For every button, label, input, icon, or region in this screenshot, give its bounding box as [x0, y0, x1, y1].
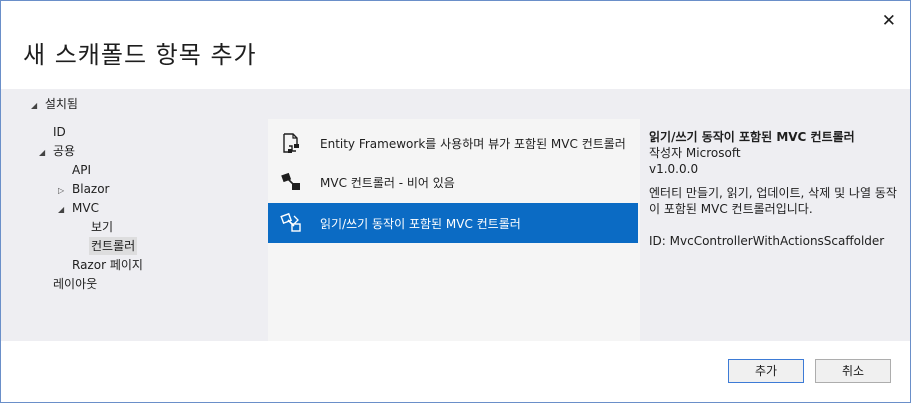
collapse-triangle-icon[interactable]: ▷ [58, 182, 72, 200]
details-version: v1.0.0.0 [649, 162, 699, 176]
tree-item-label: 레이아웃 [53, 277, 98, 291]
details-id: ID: MvcControllerWithActionsScaffolder [649, 234, 885, 248]
details-name: 읽기/쓰기 동작이 포함된 MVC 컨트롤러 [649, 130, 855, 144]
controller-ef-icon [283, 133, 299, 153]
details-author: 작성자 Microsoft [649, 146, 741, 160]
tree-item-api[interactable]: API [72, 161, 91, 179]
cancel-button[interactable]: 취소 [815, 359, 891, 383]
tree-item-mvc[interactable]: ◢ MVC [58, 199, 99, 217]
dialog-title: 새 스캐폴드 항목 추가 [23, 41, 257, 69]
tree-item-view[interactable]: 보기 [91, 218, 113, 236]
details-description: 엔터티 만들기, 읽기, 업데이트, 삭제 및 나열 동작이 포함된 MVC 컨… [649, 186, 897, 216]
tree-item-label: 보기 [91, 220, 114, 234]
tree-item-label: 컨트롤러 [91, 239, 136, 253]
expand-triangle-icon[interactable]: ◢ [39, 144, 53, 162]
tree-item-label: ID [53, 125, 66, 139]
tree-item-id[interactable]: ID [53, 123, 66, 141]
installed-label: 설치됨 [44, 97, 78, 111]
close-icon[interactable]: ✕ [882, 11, 896, 31]
expand-triangle-icon[interactable]: ◢ [31, 101, 41, 110]
tree-item-label: Blazor [72, 182, 110, 196]
template-label: Entity Framework를 사용하며 뷰가 포함된 MVC 컨트롤러 [320, 136, 626, 151]
tree-item-razor-pages[interactable]: Razor 페이지 [72, 256, 143, 274]
tree-item-layout[interactable]: 레이아웃 [53, 275, 97, 293]
add-scaffold-dialog: ✕ 새 스캐폴드 항목 추가 ◢ 설치됨 ID ◢ 공용 API ▷ Blazor … [0, 0, 911, 403]
template-label: 읽기/쓰기 동작이 포함된 MVC 컨트롤러 [320, 216, 521, 231]
tree-item-blazor[interactable]: ▷ Blazor [58, 180, 110, 198]
tree-item-label: 공용 [53, 144, 76, 158]
template-item-actions-controller[interactable]: 읽기/쓰기 동작이 포함된 MVC 컨트롤러 [268, 203, 638, 243]
details-panel: 읽기/쓰기 동작이 포함된 MVC 컨트롤러 작성자 Microsoft v1.… [649, 129, 904, 249]
tree-item-label: Razor 페이지 [72, 258, 143, 272]
installed-header[interactable]: ◢ 설치됨 [31, 95, 78, 112]
expand-triangle-icon[interactable]: ◢ [58, 201, 72, 219]
controller-actions-icon [280, 212, 301, 232]
tree-item-label: MVC [72, 201, 99, 215]
template-list: Entity Framework를 사용하며 뷰가 포함된 MVC 컨트롤러 M… [268, 119, 640, 341]
template-item-ef-controller[interactable]: Entity Framework를 사용하며 뷰가 포함된 MVC 컨트롤러 [268, 123, 638, 163]
dialog-body: ◢ 설치됨 ID ◢ 공용 API ▷ Blazor ◢ MVC 보기 컨트롤러… [1, 89, 910, 341]
controller-empty-icon [281, 172, 300, 190]
add-button[interactable]: 추가 [728, 359, 804, 383]
template-label: MVC 컨트롤러 - 비어 있음 [320, 175, 455, 190]
tree-item-label: API [72, 163, 91, 177]
tree-item-controller[interactable]: 컨트롤러 [89, 237, 138, 255]
tree-item-common[interactable]: ◢ 공용 [39, 142, 75, 160]
template-item-empty-controller[interactable]: MVC 컨트롤러 - 비어 있음 [268, 162, 638, 202]
